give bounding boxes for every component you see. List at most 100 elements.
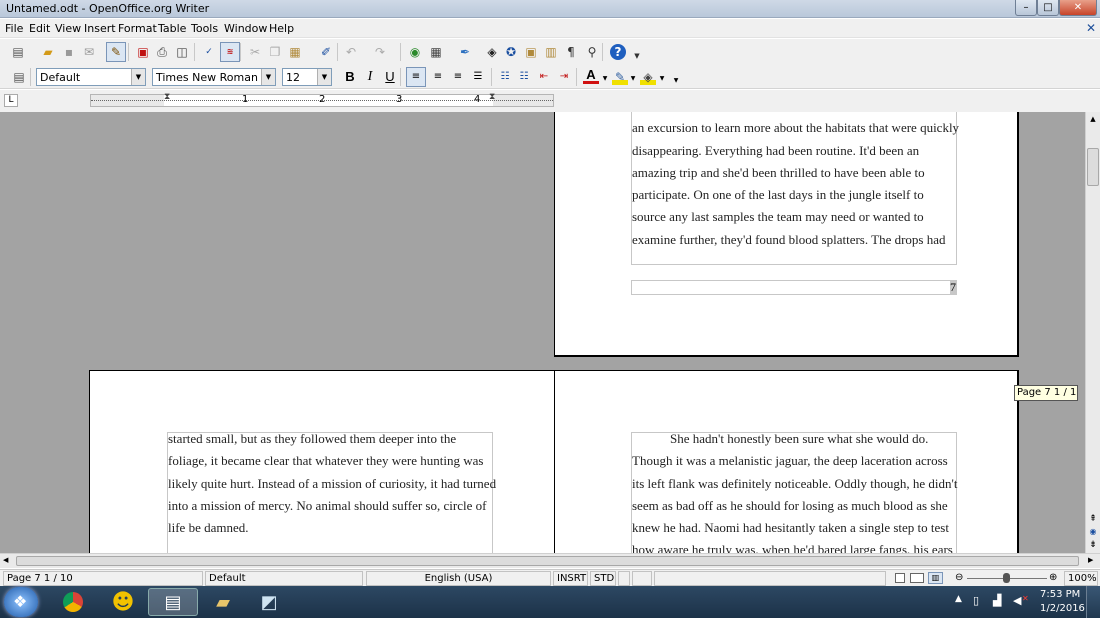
text-line[interactable]: how aware he truly was, when he'd bared … [632,539,953,553]
align-center-button[interactable]: ≡ [430,69,446,85]
single-page-view-icon[interactable] [895,573,905,583]
formatting-marks-icon[interactable]: ¶ [563,44,579,60]
save-icon[interactable]: ▪ [61,44,77,60]
bold-button[interactable]: B [342,69,358,85]
aim-taskbar-button[interactable]: ☻ [98,588,148,616]
text-line[interactable]: source any last samples the team may nee… [632,206,924,228]
vertical-scrollbar[interactable]: ▲ ⇞ ◉ ⇟ [1085,112,1100,553]
text-line[interactable]: knew he had. Naomi had hesitantly taken … [632,517,949,539]
maximize-button[interactable]: □ [1037,0,1059,16]
text-line[interactable]: into a mission of mercy. No animal shoul… [168,495,486,517]
clone-formatting-icon[interactable]: ✐ [318,44,334,60]
multi-page-view-icon[interactable] [910,573,924,583]
increase-indent-icon[interactable]: ⇥ [556,69,572,85]
document-area[interactable]: an excursion to learn more about the hab… [0,112,1085,553]
selection-mode-indicator[interactable]: STD [590,571,616,586]
font-size-select[interactable]: 12 ▼ [282,68,332,86]
page-preview-icon[interactable]: ◫ [174,44,190,60]
chevron-down-icon[interactable]: ▼ [131,69,145,85]
clock-date[interactable]: 1/2/2016 [1040,603,1085,614]
clock-time[interactable]: 7:53 PM [1040,589,1080,600]
chevron-down-icon[interactable]: ▼ [601,71,609,87]
insert-mode-indicator[interactable]: INSRT [553,571,588,586]
bullets-icon[interactable]: ☷ [516,69,532,85]
zoom-slider-thumb[interactable] [1003,573,1010,583]
zoom-in-icon[interactable]: ⊕ [1049,572,1057,583]
navigation-icon[interactable]: ◉ [1087,527,1099,537]
page-indicator[interactable]: Page 7 1 / 10 [3,571,203,586]
text-line[interactable]: its left flank was definitely noticeable… [632,473,957,495]
export-pdf-icon[interactable]: ▣ [135,44,151,60]
text-line[interactable]: seem as bad off as he should for losing … [632,495,948,517]
horizontal-ruler[interactable]: 1 2 3 4 ⧗ ⧗ [90,92,554,107]
right-indent-marker-icon[interactable]: ⧗ [489,92,495,102]
speaker-mute-icon[interactable]: ◀ [1013,594,1021,607]
paste-icon[interactable]: ▦ [287,44,303,60]
data-sources-icon[interactable]: ▥ [543,44,559,60]
text-line[interactable]: likely quite hurt. Instead of a mission … [168,473,496,495]
power-icon[interactable]: ▯ [973,594,979,607]
open-folder-icon[interactable]: ▰ [40,44,56,60]
toolbar-options-icon[interactable]: ▼ [672,73,680,89]
highlighting-icon[interactable]: ✎ [612,69,628,85]
numbering-icon[interactable]: ☷ [497,69,513,85]
italic-button[interactable]: I [362,69,378,85]
align-left-button[interactable]: ≡ [406,67,426,87]
scroll-up-icon[interactable]: ▲ [1088,115,1098,123]
book-view-icon[interactable]: ▥ [928,572,943,584]
close-button[interactable]: ✕ [1059,0,1097,16]
background-color-icon[interactable]: ◈ [640,69,656,85]
language-indicator[interactable]: English (USA) [366,571,551,586]
menu-help[interactable]: Help [269,22,294,35]
text-line[interactable]: life be damned. [168,517,249,539]
justify-button[interactable]: ☰ [470,69,486,85]
font-color-icon[interactable]: A [583,67,599,84]
minimize-button[interactable]: – [1015,0,1037,16]
autospellcheck-icon[interactable]: ≋ [220,42,240,62]
scroll-right-icon[interactable]: ▶ [1088,556,1093,564]
text-line[interactable]: amazing trip and she'd been thrilled to … [632,162,925,184]
start-button[interactable]: ❖ [4,587,38,617]
decrease-indent-icon[interactable]: ⇤ [536,69,552,85]
previous-page-icon[interactable]: ⇞ [1087,514,1099,524]
menu-edit[interactable]: Edit [29,22,50,35]
underline-button[interactable]: U [382,69,398,85]
toolbar-options-icon[interactable]: ▼ [632,48,642,64]
spellcheck-icon[interactable]: ✓ [201,44,217,60]
notes-taskbar-button[interactable]: ◩ [244,588,294,616]
copy-icon[interactable]: ❐ [267,44,283,60]
menu-format[interactable]: Format [118,22,157,35]
network-icon[interactable]: ▟ [993,594,1001,607]
menu-file[interactable]: File [5,22,23,35]
text-line[interactable]: an excursion to learn more about the hab… [632,117,959,139]
menu-insert[interactable]: Insert [84,22,116,35]
tab-stop-type-button[interactable]: L [4,94,18,107]
zoom-level[interactable]: 100% [1064,571,1098,586]
menu-view[interactable]: View [55,22,81,35]
chevron-down-icon[interactable]: ▼ [629,71,637,87]
text-line[interactable]: participate. On one of the last days in … [632,184,924,206]
edit-file-icon[interactable]: ✎ [106,42,126,62]
find-replace-icon[interactable]: ◈ [484,44,500,60]
navigator-icon[interactable]: ✪ [503,44,519,60]
align-right-button[interactable]: ≡ [450,69,466,85]
page-number-field[interactable]: 7 [950,281,957,294]
paragraph-style-select[interactable]: Default ▼ [36,68,146,86]
show-desktop-button[interactable] [1086,586,1100,618]
chevron-down-icon[interactable]: ▼ [261,69,275,85]
menu-tools[interactable]: Tools [191,22,218,35]
cut-icon[interactable]: ✂ [247,44,263,60]
font-name-select[interactable]: Times New Roman ▼ [152,68,276,86]
close-document-button[interactable]: ✕ [1086,21,1096,35]
print-icon[interactable]: ⎙ [154,44,170,60]
new-document-icon[interactable]: ▤ [10,44,26,60]
chevron-down-icon[interactable]: ▼ [658,71,666,87]
scrollbar-thumb[interactable] [1087,148,1099,186]
scroll-left-icon[interactable]: ◀ [3,556,8,564]
table-icon[interactable]: ▦ [428,44,444,60]
redo-icon[interactable]: ↷ [372,44,388,60]
chevron-down-icon[interactable]: ▼ [317,69,331,85]
text-line[interactable]: started small, but as they followed them… [168,428,456,450]
email-icon[interactable]: ✉ [81,44,97,60]
help-icon[interactable]: ? [610,44,626,60]
